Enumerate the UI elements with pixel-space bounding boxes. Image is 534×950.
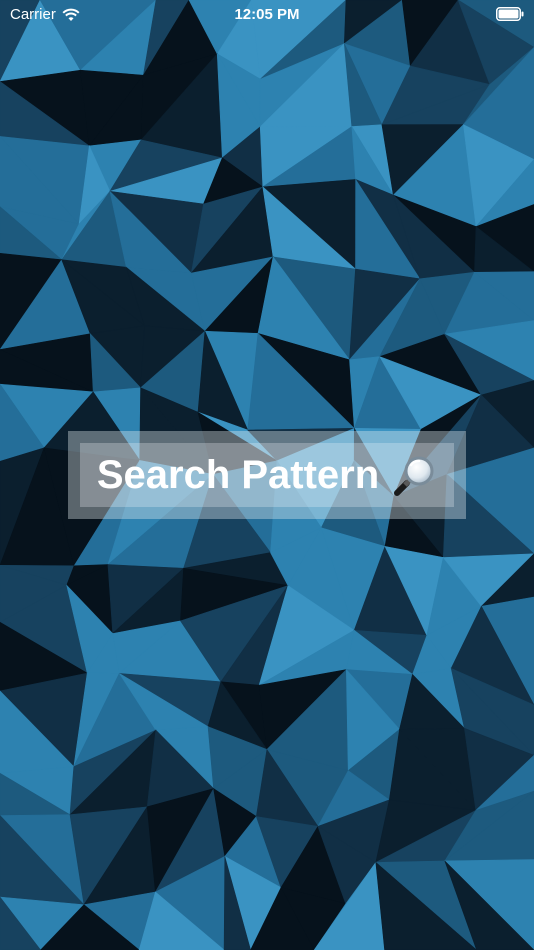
search-panel: Search Pattern <box>68 431 466 519</box>
search-pattern-label: Search Pattern <box>96 452 380 497</box>
status-time: 12:05 PM <box>234 6 300 23</box>
screen: Carrier 12:05 PM Search Pattern <box>0 0 534 950</box>
search-pattern-button[interactable]: Search Pattern <box>80 443 454 507</box>
status-bar: Carrier 12:05 PM <box>0 0 534 28</box>
magnifying-glass-icon <box>394 456 434 496</box>
battery-icon <box>496 7 524 21</box>
